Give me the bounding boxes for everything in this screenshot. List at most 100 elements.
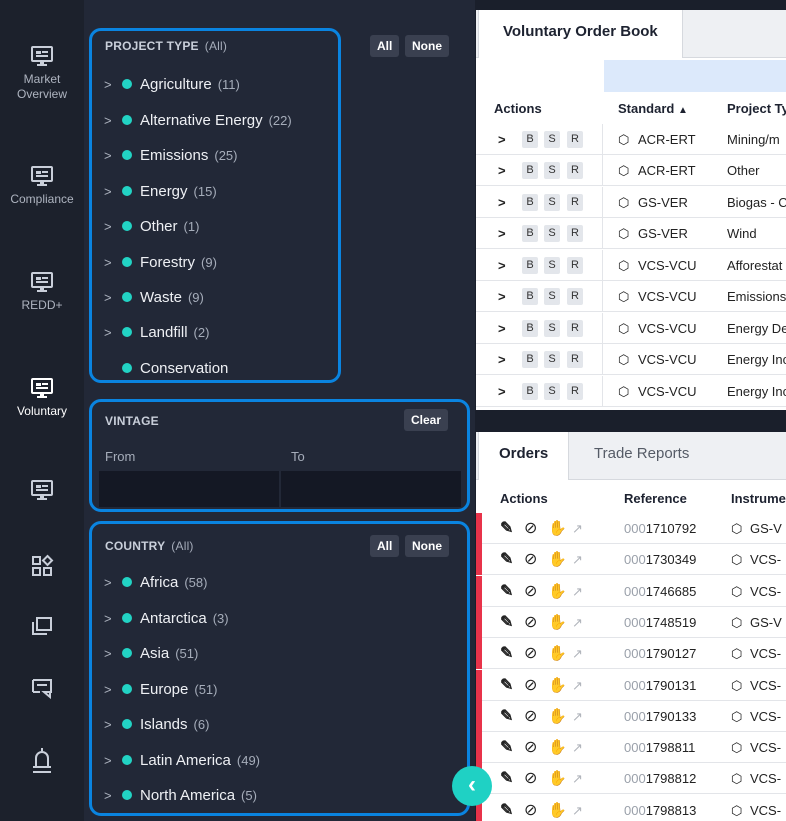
request-button[interactable]: R bbox=[567, 131, 583, 148]
arrow-up-right-icon[interactable]: ↗ bbox=[572, 576, 583, 607]
tab-trade-reports[interactable]: Trade Reports bbox=[574, 432, 709, 480]
request-button[interactable]: R bbox=[567, 288, 583, 305]
arrow-up-right-icon[interactable]: ↗ bbox=[572, 795, 583, 821]
chevron-right-icon[interactable]: > bbox=[104, 77, 122, 92]
chevron-right-icon[interactable]: > bbox=[104, 184, 122, 199]
edit-icon[interactable]: ✎ bbox=[500, 795, 513, 821]
buy-button[interactable]: B bbox=[522, 288, 538, 305]
order-book-row[interactable]: > B S R ⬡ VCS-VCU Energy Inc bbox=[476, 344, 786, 375]
cancel-icon[interactable]: ⊘ bbox=[524, 576, 537, 607]
nav-redd[interactable]: REDD+ bbox=[0, 270, 84, 313]
edit-icon[interactable]: ✎ bbox=[500, 701, 513, 732]
cancel-icon[interactable]: ⊘ bbox=[524, 732, 537, 763]
buy-button[interactable]: B bbox=[522, 383, 538, 400]
hand-icon[interactable]: ✋ bbox=[548, 732, 567, 763]
order-book-row[interactable]: > B S R ⬡ ACR-ERT Other bbox=[476, 155, 786, 186]
cancel-icon[interactable]: ⊘ bbox=[524, 763, 537, 794]
nav-chat[interactable] bbox=[0, 676, 84, 700]
cancel-icon[interactable]: ⊘ bbox=[524, 638, 537, 669]
arrow-up-right-icon[interactable]: ↗ bbox=[572, 544, 583, 575]
order-row[interactable]: ✎ ⊘ ✋ ↗ 0001798812 ⬡ VCS- bbox=[476, 763, 786, 795]
order-row[interactable]: ✎ ⊘ ✋ ↗ 0001730349 ⬡ VCS- bbox=[476, 544, 786, 576]
country-item[interactable]: > Europe (51) bbox=[104, 679, 218, 699]
hand-icon[interactable]: ✋ bbox=[548, 576, 567, 607]
nav-grid[interactable] bbox=[0, 554, 84, 578]
chevron-right-icon[interactable]: > bbox=[498, 218, 506, 249]
sell-button[interactable]: S bbox=[544, 351, 560, 368]
project-type-item[interactable]: > Waste (9) bbox=[104, 287, 204, 307]
vintage-to-input[interactable] bbox=[281, 471, 461, 507]
chevron-right-icon[interactable]: > bbox=[498, 250, 506, 281]
country-item[interactable]: > North America (5) bbox=[104, 785, 257, 805]
buy-button[interactable]: B bbox=[522, 162, 538, 179]
nav-compliance[interactable]: Compliance bbox=[0, 164, 84, 207]
chevron-right-icon[interactable]: > bbox=[104, 290, 122, 305]
chevron-right-icon[interactable]: > bbox=[104, 325, 122, 340]
col-standard[interactable]: Standard ▲ bbox=[618, 101, 688, 116]
sell-button[interactable]: S bbox=[544, 383, 560, 400]
buy-button[interactable]: B bbox=[522, 194, 538, 211]
edit-icon[interactable]: ✎ bbox=[500, 670, 513, 701]
country-item[interactable]: > Latin America (49) bbox=[104, 750, 260, 770]
chevron-right-icon[interactable]: > bbox=[104, 219, 122, 234]
sell-button[interactable]: S bbox=[544, 162, 560, 179]
arrow-up-right-icon[interactable]: ↗ bbox=[572, 701, 583, 732]
country-none-button[interactable]: None bbox=[405, 535, 449, 557]
order-row[interactable]: ✎ ⊘ ✋ ↗ 0001710792 ⬡ GS-V bbox=[476, 513, 786, 544]
request-button[interactable]: R bbox=[567, 225, 583, 242]
arrow-up-right-icon[interactable]: ↗ bbox=[572, 732, 583, 763]
order-book-row[interactable]: > B S R ⬡ GS-VER Biogas - C bbox=[476, 187, 786, 218]
order-row[interactable]: ✎ ⊘ ✋ ↗ 0001790133 ⬡ VCS- bbox=[476, 700, 786, 732]
project-type-item[interactable]: Conservation bbox=[104, 358, 234, 378]
order-row[interactable]: ✎ ⊘ ✋ ↗ 0001746685 ⬡ VCS- bbox=[476, 575, 786, 607]
edit-icon[interactable]: ✎ bbox=[500, 576, 513, 607]
edit-icon[interactable]: ✎ bbox=[500, 607, 513, 638]
sell-button[interactable]: S bbox=[544, 257, 560, 274]
chevron-right-icon[interactable]: > bbox=[498, 124, 506, 155]
chevron-right-icon[interactable]: > bbox=[104, 113, 122, 128]
request-button[interactable]: R bbox=[567, 383, 583, 400]
hand-icon[interactable]: ✋ bbox=[548, 701, 567, 732]
hand-icon[interactable]: ✋ bbox=[548, 513, 567, 544]
chevron-right-icon[interactable]: > bbox=[104, 646, 122, 661]
hand-icon[interactable]: ✋ bbox=[548, 607, 567, 638]
nav-notifications[interactable] bbox=[0, 746, 84, 774]
country-item[interactable]: > Africa (58) bbox=[104, 572, 207, 592]
sell-button[interactable]: S bbox=[544, 225, 560, 242]
nav-monitor[interactable] bbox=[0, 478, 84, 502]
collapse-panel-button[interactable]: ‹ bbox=[452, 766, 492, 806]
order-row[interactable]: ✎ ⊘ ✋ ↗ 0001798813 ⬡ VCS- bbox=[476, 794, 786, 821]
order-row[interactable]: ✎ ⊘ ✋ ↗ 0001790127 ⬡ VCS- bbox=[476, 638, 786, 670]
hand-icon[interactable]: ✋ bbox=[548, 795, 567, 821]
cancel-icon[interactable]: ⊘ bbox=[524, 670, 537, 701]
arrow-up-right-icon[interactable]: ↗ bbox=[572, 513, 583, 544]
request-button[interactable]: R bbox=[567, 257, 583, 274]
chevron-right-icon[interactable]: > bbox=[104, 682, 122, 697]
tab-orders[interactable]: Orders bbox=[478, 432, 570, 480]
country-item[interactable]: > Islands (6) bbox=[104, 714, 209, 734]
chevron-right-icon[interactable]: > bbox=[104, 753, 122, 768]
cancel-icon[interactable]: ⊘ bbox=[524, 544, 537, 575]
chevron-right-icon[interactable]: > bbox=[104, 788, 122, 803]
request-button[interactable]: R bbox=[567, 351, 583, 368]
order-row[interactable]: ✎ ⊘ ✋ ↗ 0001798811 ⬡ VCS- bbox=[476, 732, 786, 764]
hand-icon[interactable]: ✋ bbox=[548, 638, 567, 669]
country-item[interactable]: > Asia (51) bbox=[104, 643, 198, 663]
buy-button[interactable]: B bbox=[522, 351, 538, 368]
order-book-row[interactable]: > B S R ⬡ VCS-VCU Afforestat bbox=[476, 250, 786, 281]
chevron-right-icon[interactable]: > bbox=[104, 575, 122, 590]
chevron-right-icon[interactable]: > bbox=[498, 344, 506, 375]
edit-icon[interactable]: ✎ bbox=[500, 513, 513, 544]
order-book-row[interactable]: > B S R ⬡ ACR-ERT Mining/m bbox=[476, 124, 786, 155]
project-type-item[interactable]: > Landfill (2) bbox=[104, 322, 209, 342]
nav-voluntary[interactable]: Voluntary bbox=[0, 376, 84, 419]
sell-button[interactable]: S bbox=[544, 288, 560, 305]
arrow-up-right-icon[interactable]: ↗ bbox=[572, 763, 583, 794]
vintage-from-input[interactable] bbox=[99, 471, 279, 507]
chevron-right-icon[interactable]: > bbox=[498, 376, 506, 407]
order-row[interactable]: ✎ ⊘ ✋ ↗ 0001790131 ⬡ VCS- bbox=[476, 669, 786, 701]
sell-button[interactable]: S bbox=[544, 131, 560, 148]
order-book-row[interactable]: > B S R ⬡ VCS-VCU Energy Inc bbox=[476, 376, 786, 407]
project-type-all-button[interactable]: All bbox=[370, 35, 400, 57]
sell-button[interactable]: S bbox=[544, 194, 560, 211]
